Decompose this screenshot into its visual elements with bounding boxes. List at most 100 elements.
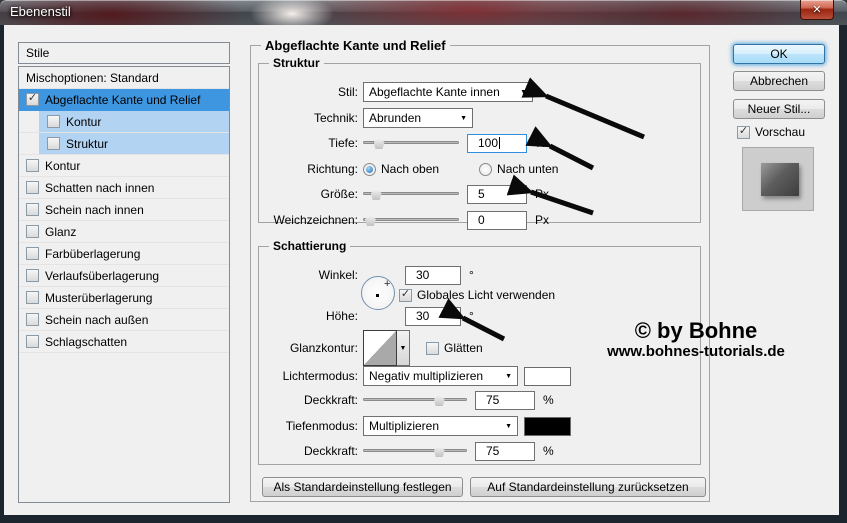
shadow-opacity-thumb[interactable] [434, 446, 445, 457]
altitude-input[interactable]: 30 [405, 307, 461, 326]
shadow-opacity-unit: % [543, 444, 554, 458]
gradient-overlay-checkbox[interactable] [26, 269, 39, 282]
inner-glow-checkbox[interactable] [26, 203, 39, 216]
highlight-mode-label: Lichtermodus: [254, 369, 358, 383]
pattern-overlay-checkbox[interactable] [26, 291, 39, 304]
satin-checkbox[interactable] [26, 225, 39, 238]
highlight-opacity-input[interactable]: 75 [475, 391, 535, 410]
highlight-opacity-slider[interactable] [363, 393, 467, 407]
color-overlay-checkbox[interactable] [26, 247, 39, 260]
page-title: Abgeflachte Kante und Relief [261, 38, 450, 53]
outer-glow-checkbox[interactable] [26, 313, 39, 326]
soften-slider[interactable] [363, 213, 459, 227]
list-item-blending-options[interactable]: Mischoptionen: Standard [19, 67, 229, 89]
depth-slider-thumb[interactable] [374, 138, 385, 149]
style-row: Stil: Abgeflachte Kante innen ▼ [254, 82, 533, 102]
set-default-button[interactable]: Als Standardeinstellung festlegen [262, 477, 463, 497]
soften-row: Weichzeichnen: 0 Px [254, 210, 549, 230]
technique-dropdown[interactable]: Abrunden ▼ [363, 108, 473, 128]
list-item-stroke[interactable]: Kontur [19, 155, 229, 177]
size-slider[interactable] [363, 187, 459, 201]
gloss-contour-thumbnail[interactable] [363, 330, 397, 366]
stroke-checkbox[interactable] [26, 159, 39, 172]
gloss-contour-picker[interactable]: ▼ [363, 330, 410, 366]
chevron-down-icon: ▼ [499, 373, 512, 380]
shadow-mode-label: Tiefenmodus: [254, 419, 358, 433]
technique-row: Technik: Abrunden ▼ [254, 108, 473, 128]
list-item-gradient-overlay[interactable]: Verlaufsüberlagerung [19, 265, 229, 287]
list-item-inner-shadow[interactable]: Schatten nach innen [19, 177, 229, 199]
highlight-mode-dropdown[interactable]: Negativ multiplizieren ▼ [363, 366, 518, 386]
shadow-mode-dropdown[interactable]: Multiplizieren ▼ [363, 416, 518, 436]
cancel-button[interactable]: Abbrechen [733, 71, 825, 91]
list-item-texture-sub[interactable]: Struktur [19, 133, 229, 155]
list-item-label: Kontur [45, 159, 80, 173]
highlight-color-swatch[interactable] [524, 367, 571, 386]
direction-label: Richtung: [254, 162, 358, 176]
highlight-opacity-thumb[interactable] [434, 395, 445, 406]
highlight-mode-value: Negativ multiplizieren [369, 369, 483, 383]
depth-label: Tiefe: [254, 136, 358, 150]
highlight-mode-row: Lichtermodus: Negativ multiplizieren ▼ [254, 366, 571, 386]
depth-unit: % [535, 136, 546, 150]
list-item-pattern-overlay[interactable]: Musterüberlagerung [19, 287, 229, 309]
shadow-color-swatch[interactable] [524, 417, 571, 436]
list-item-label: Struktur [66, 137, 108, 151]
inner-shadow-checkbox[interactable] [26, 181, 39, 194]
technique-dropdown-value: Abrunden [369, 111, 421, 125]
crosshair-cursor-icon: + [384, 278, 390, 290]
direction-up-label: Nach oben [381, 162, 439, 176]
global-light-checkbox[interactable]: ✓ [399, 289, 412, 302]
angle-unit: ° [469, 268, 474, 282]
shadow-opacity-label: Deckkraft: [254, 444, 358, 458]
size-slider-thumb[interactable] [371, 189, 382, 200]
list-item-bevel-emboss[interactable]: ✓ Abgeflachte Kante und Relief [19, 89, 229, 111]
texture-sub-checkbox[interactable] [47, 137, 60, 150]
anti-aliased-checkbox[interactable] [426, 342, 439, 355]
structure-group-title: Struktur [269, 56, 324, 70]
soften-slider-thumb[interactable] [365, 215, 376, 226]
chevron-down-icon: ▼ [454, 115, 467, 122]
list-item-contour-sub[interactable]: Kontur [19, 111, 229, 133]
reset-default-button[interactable]: Auf Standardeinstellung zurücksetzen [470, 477, 706, 497]
list-item-outer-glow[interactable]: Schein nach außen [19, 309, 229, 331]
bevel-emboss-checkbox[interactable]: ✓ [26, 93, 39, 106]
list-item-label: Musterüberlagerung [45, 291, 152, 305]
altitude-unit: ° [469, 309, 474, 323]
preview-checkbox[interactable]: ✓ [737, 126, 750, 139]
list-item-color-overlay[interactable]: Farbüberlagerung [19, 243, 229, 265]
text-cursor [499, 137, 500, 149]
angle-input[interactable]: 30 [405, 266, 461, 285]
style-preview-thumbnail [742, 147, 814, 211]
shadow-opacity-slider[interactable] [363, 444, 467, 458]
list-item-drop-shadow[interactable]: Schlagschatten [19, 331, 229, 353]
direction-down-radio[interactable] [479, 163, 492, 176]
drop-shadow-checkbox[interactable] [26, 335, 39, 348]
depth-slider[interactable] [363, 136, 459, 150]
soften-input[interactable]: 0 [467, 211, 527, 230]
size-label: Größe: [254, 187, 358, 201]
new-style-button[interactable]: Neuer Stil... [733, 99, 825, 119]
dialog-body: Stile Mischoptionen: Standard ✓ Abgeflac… [4, 25, 839, 515]
list-item-satin[interactable]: Glanz [19, 221, 229, 243]
angle-dial[interactable]: + [361, 276, 395, 310]
list-item-label: Schein nach innen [45, 203, 144, 217]
styles-panel-title: Stile [26, 46, 49, 60]
altitude-row: Höhe: 30 ° [254, 306, 474, 326]
soften-label: Weichzeichnen: [254, 213, 358, 227]
shadow-opacity-row: Deckkraft: 75 % [254, 441, 554, 461]
depth-input[interactable]: 100 [467, 134, 527, 153]
title-bar[interactable]: Ebenenstil ✕ [0, 0, 847, 25]
list-item-label: Glanz [45, 225, 76, 239]
direction-down-label: Nach unten [497, 162, 558, 176]
ok-button[interactable]: OK [733, 44, 825, 64]
size-input[interactable]: 5 [467, 185, 527, 204]
close-button[interactable]: ✕ [800, 0, 834, 20]
shadow-opacity-input[interactable]: 75 [475, 442, 535, 461]
contour-sub-checkbox[interactable] [47, 115, 60, 128]
style-dropdown[interactable]: Abgeflachte Kante innen ▼ [363, 82, 533, 102]
list-item-inner-glow[interactable]: Schein nach innen [19, 199, 229, 221]
chevron-down-icon[interactable]: ▼ [397, 330, 410, 366]
direction-up-radio[interactable] [363, 163, 376, 176]
preview-bevel-square [761, 163, 799, 196]
